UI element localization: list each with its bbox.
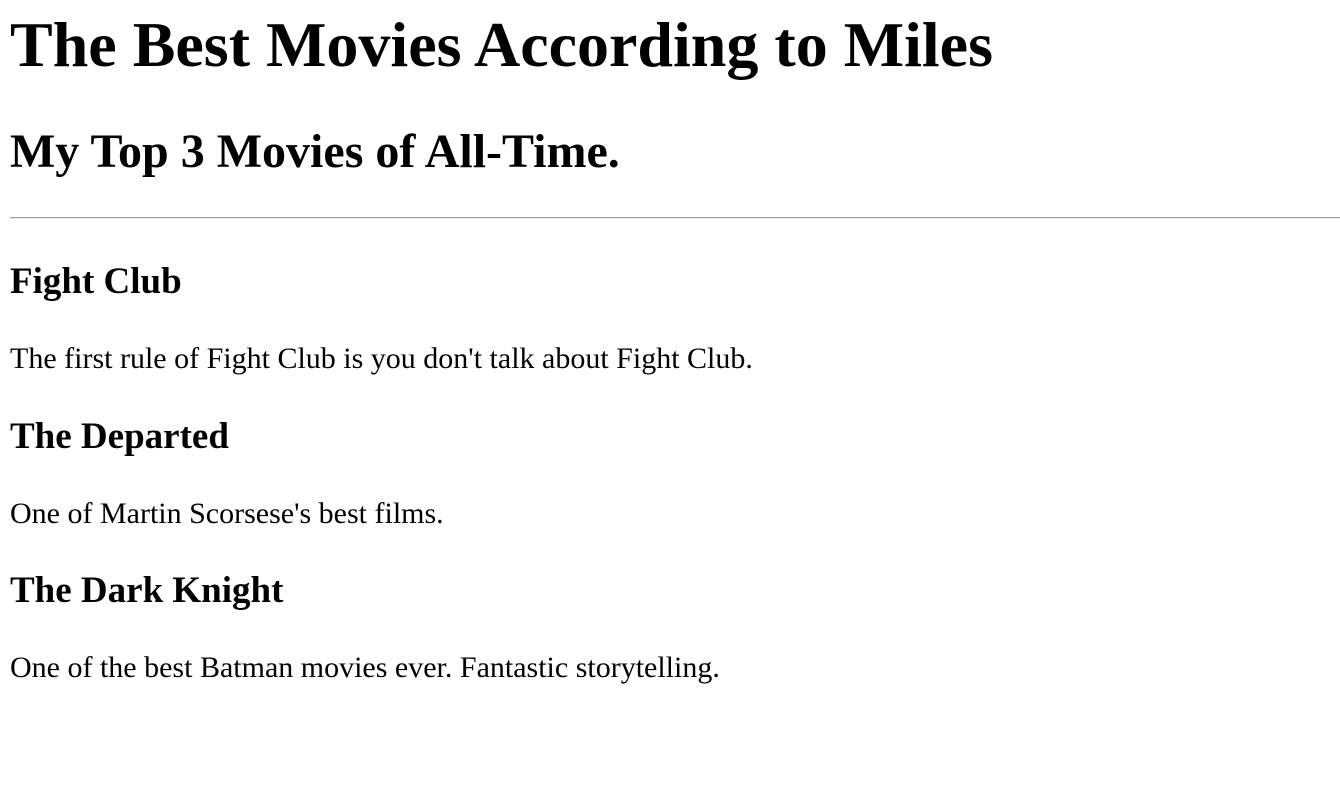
horizontal-divider (10, 217, 1340, 219)
movie-title-the-departed: The Departed (10, 416, 229, 457)
movie-title-the-dark-knight: The Dark Knight (10, 570, 284, 611)
movie-description-the-dark-knight: One of the best Batman movies ever. Fant… (10, 651, 720, 684)
movie-description-fight-club: The first rule of Fight Club is you don'… (10, 342, 753, 375)
movie-title-fight-club: Fight Club (10, 261, 182, 302)
movie-description-the-departed: One of Martin Scorsese's best films. (10, 497, 444, 530)
page-content: The Best Movies According to Miles My To… (0, 0, 1340, 812)
page-title: The Best Movies According to Miles (10, 9, 993, 80)
page-subtitle: My Top 3 Movies of All-Time. (10, 125, 620, 178)
